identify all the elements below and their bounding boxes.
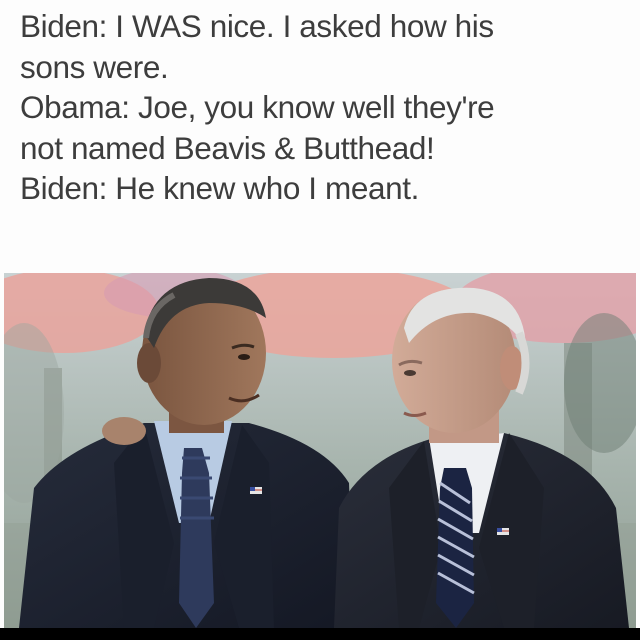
bottom-border bbox=[0, 628, 640, 640]
caption-line-2: sons were. bbox=[20, 48, 169, 85]
left-hand bbox=[102, 417, 146, 445]
left-ear bbox=[137, 343, 161, 383]
caption-line-4: not named Beavis & Butthead! bbox=[20, 129, 435, 166]
left-tie bbox=[179, 448, 214, 628]
left-eye bbox=[238, 354, 250, 360]
meme-card: Biden: I WAS nice. I asked how his sons … bbox=[0, 0, 640, 640]
right-eye bbox=[404, 370, 416, 376]
photo-illustration bbox=[4, 273, 636, 628]
meme-photo bbox=[4, 273, 636, 628]
flag-pin-right-canton bbox=[497, 528, 502, 532]
caption-line-3: Obama: Joe, you know well they're bbox=[20, 89, 495, 125]
flag-pin-left-canton bbox=[250, 487, 255, 491]
caption-line-1: Biden: I WAS nice. I asked how his bbox=[20, 8, 494, 44]
meme-caption: Biden: I WAS nice. I asked how his sons … bbox=[20, 6, 632, 209]
caption-line-5: Biden: He knew who I meant. bbox=[20, 170, 419, 206]
